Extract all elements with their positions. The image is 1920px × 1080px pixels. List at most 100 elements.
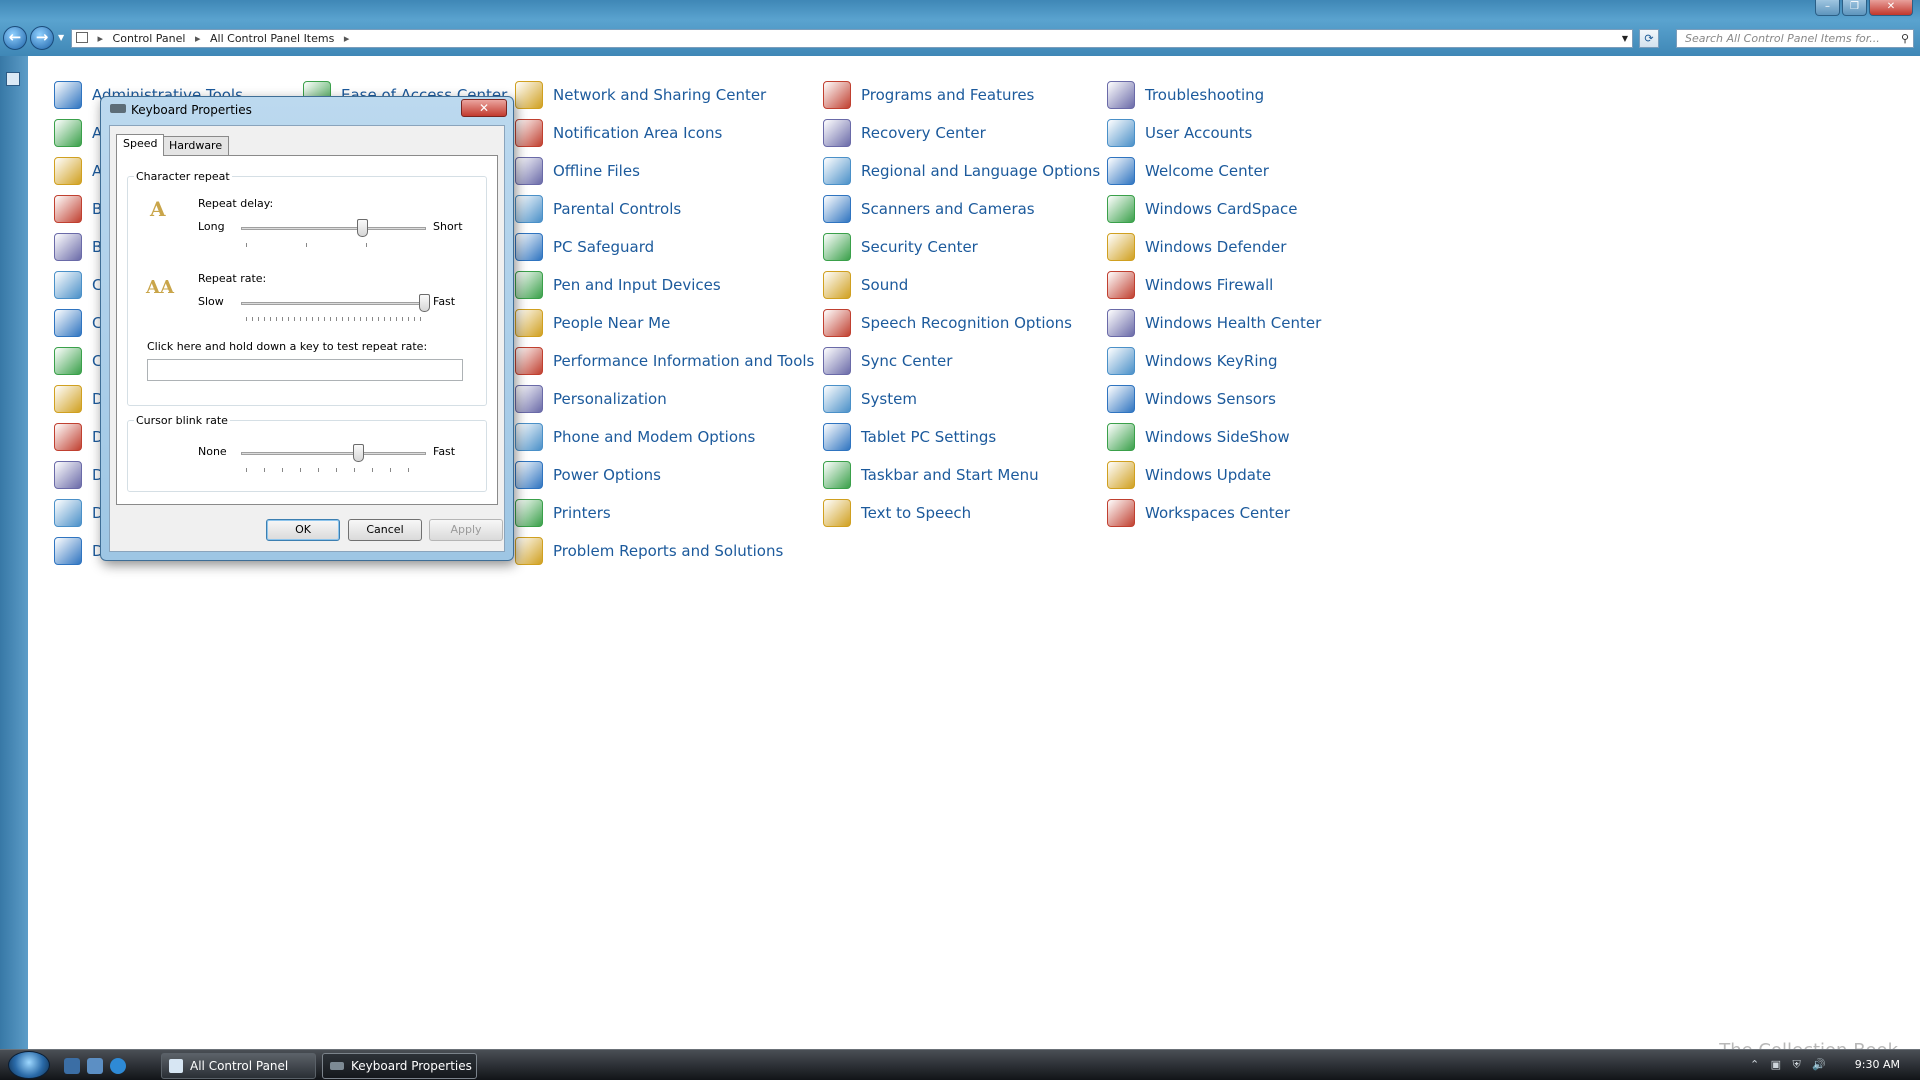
tab-hardware[interactable]: Hardware bbox=[162, 136, 230, 156]
control-panel-item-icon bbox=[1107, 271, 1135, 299]
panel-icon[interactable] bbox=[6, 72, 20, 86]
control-panel-item-icon bbox=[823, 309, 851, 337]
search-icon[interactable]: ⚲ bbox=[1901, 30, 1909, 47]
control-panel-item[interactable]: Sound bbox=[823, 270, 1123, 300]
control-panel-item-icon bbox=[1107, 499, 1135, 527]
control-panel-item[interactable]: Pen and Input Devices bbox=[515, 270, 815, 300]
control-panel-item[interactable]: Windows Firewall bbox=[1107, 270, 1407, 300]
search-placeholder: Search All Control Panel Items for... bbox=[1685, 32, 1880, 45]
control-panel-item[interactable]: Notification Area Icons bbox=[515, 118, 815, 148]
control-panel-item[interactable]: System bbox=[823, 384, 1123, 414]
search-input[interactable]: Search All Control Panel Items for... ⚲ bbox=[1676, 29, 1914, 48]
control-panel-item-icon bbox=[515, 461, 543, 489]
control-panel-item[interactable]: Regional and Language Options bbox=[823, 156, 1123, 186]
control-panel-item[interactable]: PC Safeguard bbox=[515, 232, 815, 262]
control-panel-item[interactable]: Parental Controls bbox=[515, 194, 815, 224]
tab-speed[interactable]: Speed bbox=[116, 134, 165, 156]
control-panel-item[interactable]: People Near Me bbox=[515, 308, 815, 338]
system-tray[interactable]: ⌃ ▣ ⛨ 🔊 bbox=[1750, 1058, 1830, 1072]
control-panel-item-icon bbox=[54, 157, 82, 185]
control-panel-item[interactable]: Security Center bbox=[823, 232, 1123, 262]
control-panel-item[interactable]: Troubleshooting bbox=[1107, 80, 1407, 110]
control-panel-item[interactable]: Text to Speech bbox=[823, 498, 1123, 528]
control-panel-item[interactable]: Printers bbox=[515, 498, 815, 528]
show-desktop-icon[interactable] bbox=[64, 1058, 80, 1074]
address-dropdown-icon[interactable]: ▼ bbox=[1622, 30, 1628, 47]
repeat-rate-track[interactable] bbox=[241, 302, 426, 305]
control-panel-item[interactable]: Scanners and Cameras bbox=[823, 194, 1123, 224]
window-close-button[interactable]: ✕ bbox=[1869, 0, 1913, 16]
control-panel-item[interactable]: Offline Files bbox=[515, 156, 815, 186]
control-panel-item[interactable]: Taskbar and Start Menu bbox=[823, 460, 1123, 490]
control-panel-item-label: Speech Recognition Options bbox=[861, 314, 1072, 332]
apply-button[interactable]: Apply bbox=[429, 519, 503, 541]
switch-windows-icon[interactable] bbox=[87, 1058, 103, 1074]
keyboard-properties-dialog: Keyboard Properties ✕ Speed Hardware Cha… bbox=[100, 96, 514, 561]
control-panel-item-icon bbox=[54, 385, 82, 413]
control-panel-item[interactable]: Windows Defender bbox=[1107, 232, 1407, 262]
back-button[interactable]: ← bbox=[3, 26, 27, 50]
internet-explorer-icon[interactable] bbox=[110, 1058, 126, 1074]
clock[interactable]: 9:30 AM bbox=[1855, 1058, 1900, 1071]
control-panel-item[interactable]: Windows SideShow bbox=[1107, 422, 1407, 452]
control-panel-item[interactable]: Performance Information and Tools bbox=[515, 346, 815, 376]
control-panel-item-label: Welcome Center bbox=[1145, 162, 1269, 180]
task-keyboard-properties[interactable]: Keyboard Properties bbox=[322, 1053, 477, 1079]
control-panel-item-icon bbox=[515, 81, 543, 109]
control-panel-item[interactable]: Windows CardSpace bbox=[1107, 194, 1407, 224]
control-panel-item-icon bbox=[823, 499, 851, 527]
control-panel-item-icon bbox=[823, 195, 851, 223]
control-panel-item[interactable]: Power Options bbox=[515, 460, 815, 490]
control-panel-item[interactable]: Workspaces Center bbox=[1107, 498, 1407, 528]
dialog-titlebar[interactable]: Keyboard Properties ✕ bbox=[101, 97, 513, 123]
breadcrumb-control-panel[interactable]: Control Panel bbox=[113, 32, 186, 45]
control-panel-item[interactable]: Recovery Center bbox=[823, 118, 1123, 148]
control-panel-item-icon bbox=[515, 157, 543, 185]
cursor-blink-track[interactable] bbox=[241, 452, 426, 455]
control-panel-item[interactable]: User Accounts bbox=[1107, 118, 1407, 148]
control-panel-item[interactable]: Windows Update bbox=[1107, 460, 1407, 490]
control-panel-item[interactable]: Welcome Center bbox=[1107, 156, 1407, 186]
control-panel-item-icon bbox=[54, 81, 82, 109]
control-panel-item[interactable]: Problem Reports and Solutions bbox=[515, 536, 815, 566]
control-panel-item-label: Network and Sharing Center bbox=[553, 86, 767, 104]
task-control-panel[interactable]: All Control Panel Ite... bbox=[161, 1053, 316, 1079]
control-panel-item[interactable]: Tablet PC Settings bbox=[823, 422, 1123, 452]
control-panel-item-label: People Near Me bbox=[553, 314, 671, 332]
control-panel-item-label: Personalization bbox=[553, 390, 667, 408]
ok-button[interactable]: OK bbox=[266, 519, 340, 541]
repeat-delay-icon: A bbox=[150, 197, 166, 221]
control-panel-item-label: Windows Update bbox=[1145, 466, 1272, 484]
recent-pages-dropdown[interactable]: ▼ bbox=[58, 33, 64, 42]
repeat-delay-slider[interactable] bbox=[356, 219, 368, 237]
control-panel-item[interactable]: Programs and Features bbox=[823, 80, 1123, 110]
repeat-test-field[interactable] bbox=[147, 359, 463, 381]
control-panel-item[interactable]: Windows KeyRing bbox=[1107, 346, 1407, 376]
refresh-button[interactable]: ⟳ bbox=[1639, 29, 1659, 48]
control-panel-item-label: System bbox=[861, 390, 917, 408]
forward-button[interactable]: → bbox=[30, 26, 54, 50]
control-panel-item-label: Parental Controls bbox=[553, 200, 682, 218]
address-bar[interactable]: ▸ Control Panel ▸ All Control Panel Item… bbox=[71, 29, 1633, 48]
control-panel-item-icon bbox=[515, 119, 543, 147]
control-panel-item[interactable]: Windows Health Center bbox=[1107, 308, 1407, 338]
minimize-button[interactable]: – bbox=[1815, 0, 1840, 16]
dialog-close-button[interactable]: ✕ bbox=[461, 99, 507, 117]
cancel-button[interactable]: Cancel bbox=[348, 519, 422, 541]
start-button[interactable] bbox=[8, 1051, 50, 1079]
breadcrumb-all-items[interactable]: All Control Panel Items bbox=[210, 32, 334, 45]
control-panel-item[interactable]: Personalization bbox=[515, 384, 815, 414]
control-panel-item[interactable]: Speech Recognition Options bbox=[823, 308, 1123, 338]
control-panel-item-icon bbox=[515, 233, 543, 261]
repeat-delay-track[interactable] bbox=[241, 227, 426, 230]
control-panel-item[interactable]: Network and Sharing Center bbox=[515, 80, 815, 110]
control-panel-item[interactable]: Phone and Modem Options bbox=[515, 422, 815, 452]
control-panel-icon bbox=[169, 1059, 183, 1073]
cursor-blink-slider[interactable] bbox=[353, 444, 365, 462]
control-panel-item[interactable]: Windows Sensors bbox=[1107, 384, 1407, 414]
control-panel-item-label: PC Safeguard bbox=[553, 238, 655, 256]
control-panel-item-label: Windows Health Center bbox=[1145, 314, 1322, 332]
control-panel-item[interactable]: Sync Center bbox=[823, 346, 1123, 376]
maximize-button[interactable]: ❐ bbox=[1842, 0, 1867, 16]
repeat-rate-slider[interactable] bbox=[419, 294, 430, 312]
